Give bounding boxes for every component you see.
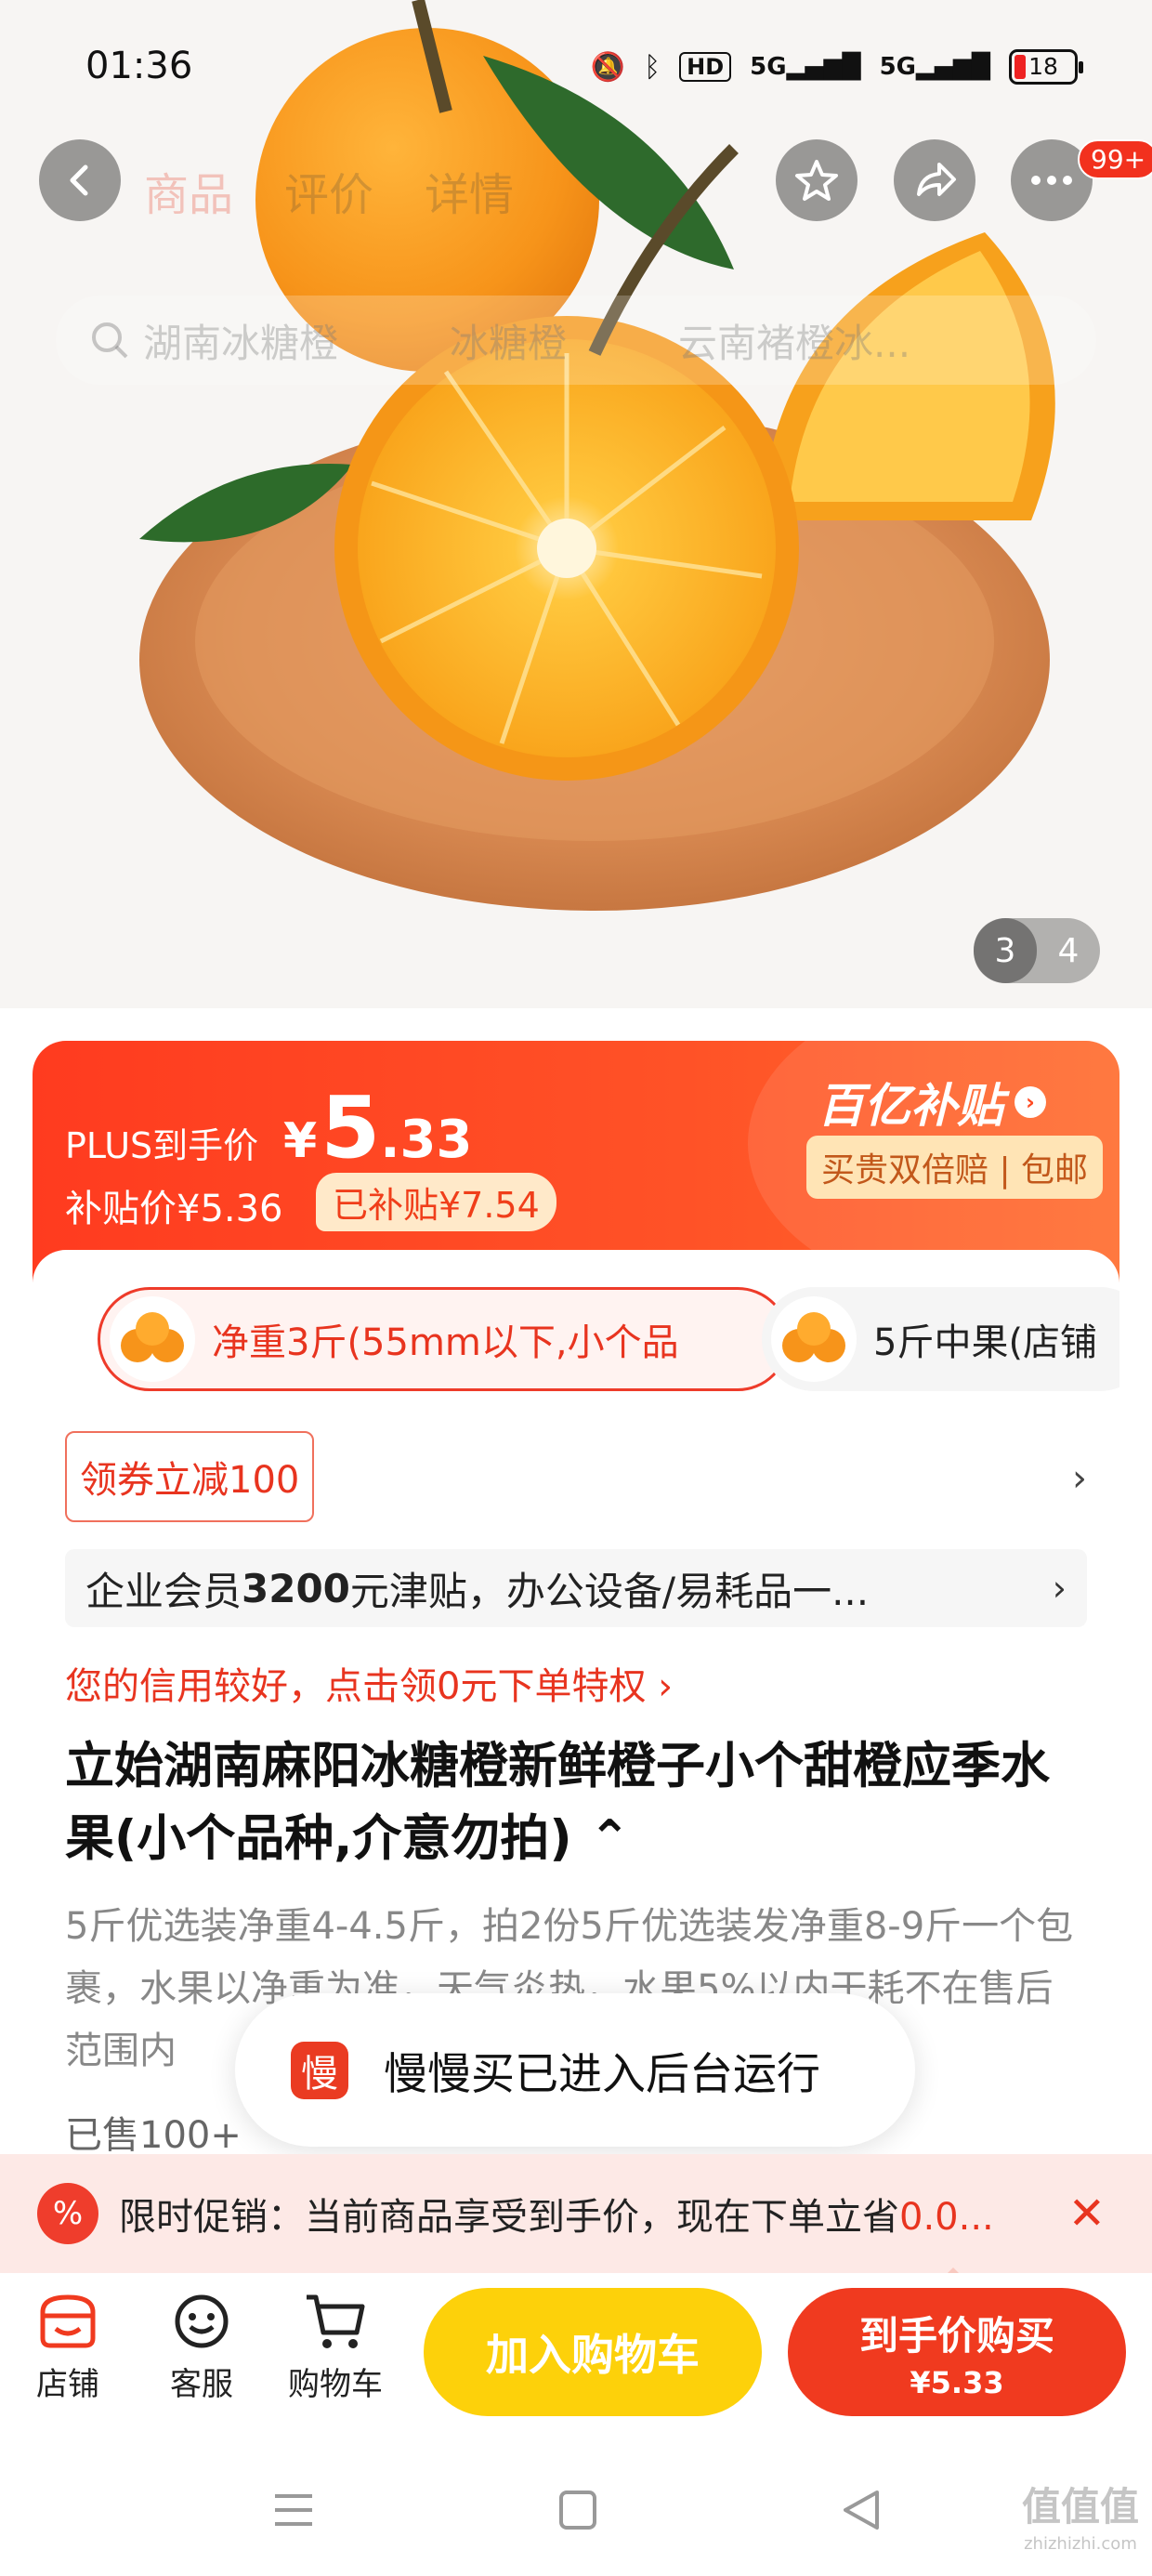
back-button[interactable] [39, 139, 121, 221]
tab-reviews[interactable]: 评价 [284, 158, 373, 223]
search-icon [92, 322, 128, 359]
tab-product[interactable]: 商品 [144, 158, 233, 223]
watermark: 值值值 zhizhizhi.com [1021, 2484, 1139, 2555]
pager-total: 4 [1057, 931, 1080, 970]
promo-text: 限时促销：当前商品享受到手价，现在下单立省0.0... [119, 2196, 994, 2239]
variant-option[interactable]: 5斤中果(店铺 [762, 1287, 1119, 1391]
chat-smile-icon [175, 2294, 229, 2348]
price-banner: PLUS到手价 ¥5.33 补贴价¥5.36 已补贴¥7.54 百亿补贴 › 买… [33, 1041, 1119, 1282]
subsidy-amount-chip: 已补贴¥7.54 [316, 1173, 556, 1231]
orange-thumb-icon [121, 1312, 184, 1362]
search-item[interactable]: 湖南冰糖橙 [89, 312, 338, 369]
variant-selector: 净重3斤(55mm以下,小个品 5斤中果(店铺 [65, 1287, 1119, 1394]
promo-bar[interactable]: % 限时促销：当前商品享受到手价，现在下单立省0.0... ✕ [0, 2154, 1152, 2273]
product-title[interactable]: 立始湖南麻阳冰糖橙新鲜橙子小个甜橙应季水果(小个品种,介意勿拍) ⌃ [65, 1730, 1087, 1875]
member-amount: 3200 [242, 1565, 350, 1611]
billion-subsidy-link[interactable]: 百亿补贴 › [818, 1069, 1046, 1136]
status-time: 01:36 [85, 45, 193, 87]
image-pager: 3 4 [974, 918, 1100, 983]
cart-label: 购物车 [288, 2366, 383, 2403]
back-triangle-icon[interactable] [834, 2487, 890, 2533]
tab-details[interactable]: 详情 [425, 158, 514, 223]
variant-label: 5斤中果(店铺 [873, 1321, 1098, 1364]
bottom-action-bar: 店铺 客服 购物车 加入购物车 到手价购买 ¥5.33 [0, 2273, 1152, 2440]
top-nav: 商品 评价 详情 [0, 139, 1152, 232]
star-icon [795, 160, 838, 201]
billion-subsidy-logo: 百亿补贴 [818, 1079, 1003, 1133]
buy-label: 到手价购买 [858, 2312, 1054, 2359]
mute-icon: 🔕 [590, 50, 626, 84]
variant-thumbnail [110, 1296, 195, 1382]
subsidy-price: 补贴价¥5.36 [65, 1188, 283, 1230]
background-toast: 慢 慢慢买已进入后台运行 [235, 1993, 915, 2147]
notification-badge: 99+ [1078, 139, 1152, 179]
pager-current: 3 [974, 918, 1037, 983]
toast-text: 慢慢买已进入后台运行 [384, 2049, 820, 2100]
buy-now-button[interactable]: 到手价购买 ¥5.33 [788, 2288, 1126, 2416]
nav-tabs: 商品 评价 详情 [144, 158, 514, 223]
shop-button[interactable]: 店铺 [7, 2292, 128, 2404]
credit-privilege-link[interactable]: 您的信用较好，点击领0元下单特权 › [65, 1656, 673, 1710]
share-button[interactable] [894, 139, 975, 221]
customer-service-button[interactable]: 客服 [141, 2292, 262, 2404]
variant-label: 净重3斤(55mm以下,小个品 [212, 1321, 679, 1364]
close-icon[interactable]: ✕ [1068, 2188, 1106, 2240]
shop-label: 店铺 [36, 2366, 99, 2403]
battery-icon: 18 [1009, 49, 1083, 85]
search-item[interactable]: 冰糖橙 [450, 312, 567, 369]
member-suffix: 元津贴，办公设备/易耗品一... [349, 1568, 870, 1614]
final-price: ¥5.33 [283, 1078, 473, 1177]
signal-icon-2: 5G▂▄▆█ [879, 53, 990, 81]
hd-icon: HD [679, 52, 732, 82]
search-item[interactable]: 云南褚橙冰... [678, 312, 910, 369]
cart-button[interactable]: 购物车 [275, 2292, 396, 2404]
cart-icon [307, 2294, 365, 2348]
shop-icon [40, 2294, 96, 2348]
search-suggestions[interactable]: 湖南冰糖橙 冰糖橙 云南褚橙冰... [56, 296, 1096, 385]
plus-price-label: PLUS到手价 [65, 1125, 259, 1166]
enterprise-member-row[interactable]: 企业会员 3200 元津贴，办公设备/易耗品一... › [65, 1549, 1087, 1627]
member-prefix: 企业会员 [85, 1568, 242, 1614]
coupon-row[interactable]: 领券立减100 › [65, 1431, 1096, 1524]
app-logo-icon: 慢 [291, 2041, 348, 2099]
buy-price: ¥5.33 [910, 2364, 1004, 2400]
chevron-right-icon: › [1052, 1568, 1067, 1609]
status-icons: 🔕 ᛒ HD 5G▂▄▆█ 5G▂▄▆█ 18 [590, 45, 1083, 89]
more-dots-icon [1031, 176, 1072, 185]
home-icon[interactable] [550, 2487, 606, 2533]
menu-icon[interactable] [266, 2487, 321, 2533]
variant-option-selected[interactable]: 净重3斤(55mm以下,小个品 [98, 1287, 790, 1391]
chevron-right-icon: › [1072, 1457, 1087, 1500]
system-nav-bar: 值值值 zhizhizhi.com [0, 2440, 1152, 2576]
discount-icon: % [37, 2183, 98, 2244]
coupon-badge[interactable]: 领券立减100 [65, 1431, 315, 1522]
variant-thumbnail [771, 1296, 857, 1382]
favorite-button[interactable] [776, 139, 857, 221]
chevron-left-icon [70, 164, 88, 196]
sold-count: 已售100+ [65, 2114, 242, 2157]
signal-icon-1: 5G▂▄▆█ [750, 53, 861, 81]
service-label: 客服 [170, 2366, 233, 2403]
status-bar: 01:36 🔕 ᛒ HD 5G▂▄▆█ 5G▂▄▆█ 18 [0, 0, 1152, 139]
bluetooth-icon: ᛒ [644, 50, 661, 84]
chevron-right-icon: › [1015, 1086, 1046, 1118]
share-icon [917, 163, 956, 196]
orange-thumb-icon [782, 1312, 845, 1362]
guarantee-chip: 买贵双倍赔 | 包邮 [806, 1136, 1104, 1199]
add-to-cart-button[interactable]: 加入购物车 [424, 2288, 762, 2416]
